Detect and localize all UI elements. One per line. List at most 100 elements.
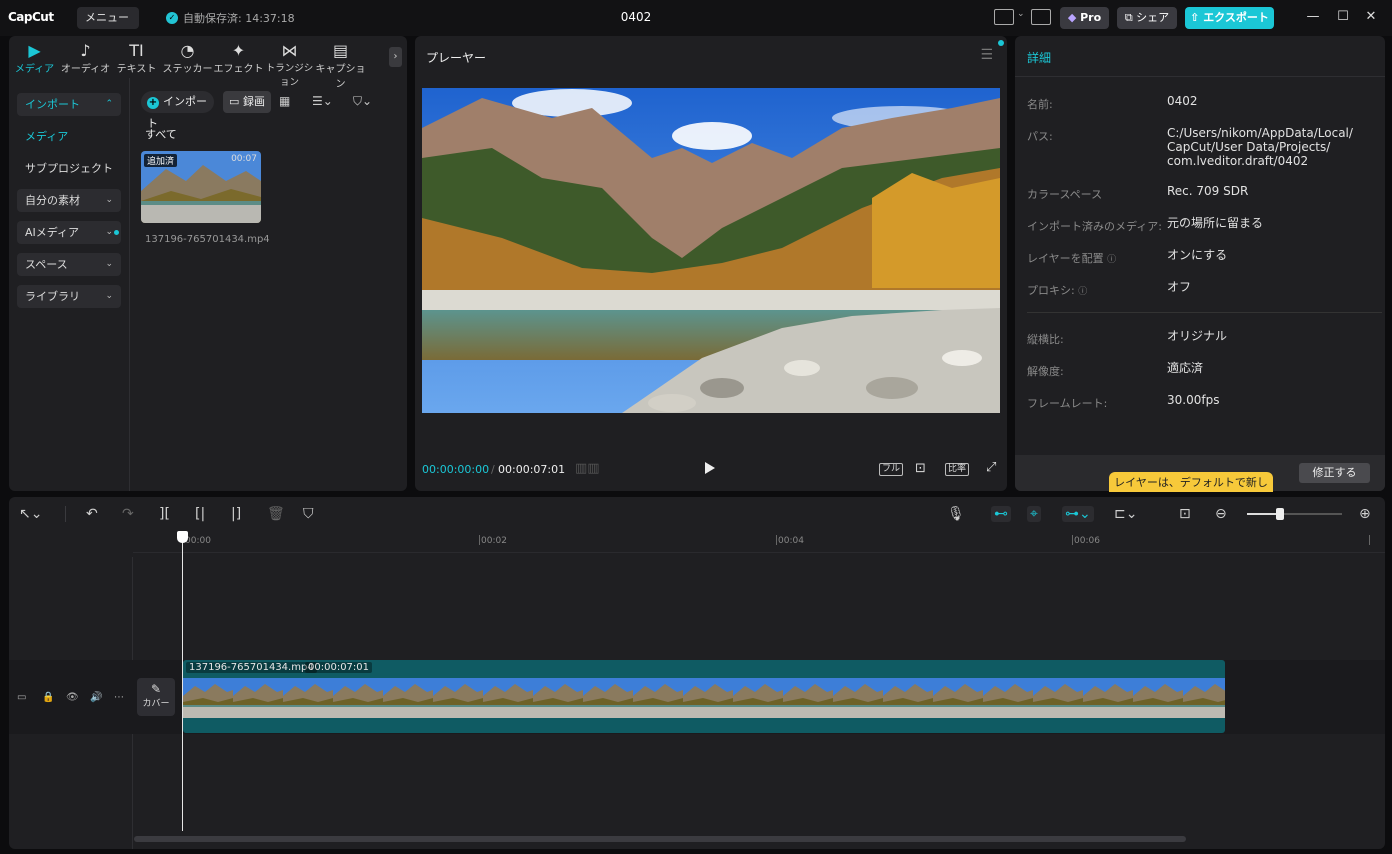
- zoom-fit-timeline-icon[interactable]: ⊡: [1179, 506, 1191, 522]
- tab-caption[interactable]: ▤ キャプション: [315, 36, 366, 91]
- sidebar-item-library[interactable]: ライブラリ ⌄: [17, 285, 121, 308]
- microphone-icon[interactable]: 🎙: [947, 506, 965, 522]
- camera-icon: ▭: [229, 95, 240, 108]
- project-title: 0402: [620, 10, 652, 24]
- tab-effect[interactable]: ✦ エフェクト: [213, 36, 264, 78]
- clip-name: 137196-765701434.mp4: [186, 662, 317, 673]
- delete-icon[interactable]: 🗑: [267, 506, 285, 522]
- playhead-handle[interactable]: [177, 531, 188, 543]
- ruler-mark: [1369, 535, 1370, 545]
- aspect-ratio-button[interactable]: 比率: [945, 463, 970, 476]
- added-badge: 追加済: [144, 154, 178, 167]
- share-button[interactable]: ⧉ シェア: [1117, 7, 1177, 29]
- zoom-slider[interactable]: [1247, 508, 1342, 520]
- filter-icon[interactable]: ⛉⌄: [353, 94, 372, 109]
- chevron-down-icon: ⌄: [105, 227, 113, 237]
- tab-media[interactable]: ▶ メディア: [9, 36, 60, 78]
- tab-label: ステッカー: [162, 64, 213, 75]
- keyboard-icon[interactable]: [1031, 9, 1051, 25]
- auto-snap-icon[interactable]: ⌖: [1027, 506, 1041, 522]
- record-button[interactable]: ▭ 録画: [223, 91, 271, 113]
- media-icon: ▶: [28, 41, 41, 60]
- clip-duration: 00:00:07:01: [305, 662, 373, 673]
- full-quality-button[interactable]: フル: [879, 463, 904, 476]
- more-icon[interactable]: ⋯: [114, 692, 124, 703]
- trim-left-icon[interactable]: [|: [195, 506, 205, 522]
- detail-label-resolution: 解像度:: [1027, 365, 1064, 378]
- notification-dot: [114, 230, 119, 235]
- total-time: 00:00:07:01: [498, 463, 566, 476]
- sort-icon[interactable]: ☰⌄: [312, 94, 333, 108]
- fix-button[interactable]: 修正する: [1299, 463, 1370, 483]
- tab-text[interactable]: TI テキスト: [111, 36, 162, 78]
- zoom-slider-knob[interactable]: [1276, 508, 1284, 520]
- layout-icon[interactable]: [994, 9, 1014, 25]
- video-clip[interactable]: 137196-765701434.mp4 00:00:07:01: [183, 660, 1225, 733]
- video-preview[interactable]: [422, 88, 1000, 413]
- link-icon[interactable]: ⊶⌄: [1062, 506, 1094, 522]
- select-cursor-icon[interactable]: ↖⌄: [19, 506, 42, 522]
- zoom-in-icon[interactable]: ⊕: [1359, 506, 1371, 522]
- close-icon[interactable]: ✕: [1363, 9, 1379, 25]
- detail-value-path: C:/Users/nikom/AppData/Local/ CapCut/Use…: [1167, 126, 1353, 168]
- pro-button[interactable]: ◆ Pro: [1060, 7, 1109, 29]
- zoom-fit-icon[interactable]: ⊡: [915, 461, 926, 476]
- detail-value-resolution: 適応済: [1167, 361, 1204, 375]
- playhead-line[interactable]: [182, 535, 183, 831]
- sidebar-item-media[interactable]: メディア: [17, 125, 121, 148]
- layer-tooltip: レイヤーは、デフォルトで新しい: [1109, 472, 1273, 492]
- media-sidebar: インポート ⌃ メディア サブプロジェクト 自分の素材 ⌄ AIメディア ⌄ スペース…: [9, 78, 130, 491]
- eye-icon[interactable]: 👁: [66, 692, 79, 703]
- ruler-mark: [479, 535, 480, 545]
- caption-icon: ▤: [332, 41, 349, 60]
- tab-label: オーディオ: [60, 64, 111, 75]
- hamburger-icon[interactable]: ☰: [980, 47, 993, 63]
- zoom-out-icon[interactable]: ⊖: [1215, 506, 1227, 522]
- chevron-down-icon[interactable]: ⌄: [1017, 9, 1025, 19]
- sidebar-item-subproject[interactable]: サブプロジェクト: [17, 157, 121, 180]
- export-button[interactable]: ⇧ エクスポート: [1185, 7, 1274, 29]
- split-icon[interactable]: ][: [159, 506, 170, 522]
- trim-right-icon[interactable]: |]: [231, 506, 241, 522]
- lock-icon[interactable]: 🔒: [42, 692, 54, 703]
- help-icon[interactable]: ⓘ: [1107, 255, 1116, 265]
- redo-icon[interactable]: ↷: [122, 506, 134, 522]
- sidebar-item-import[interactable]: インポート ⌃: [17, 93, 121, 116]
- sidebar-item-label: 自分の素材: [25, 194, 80, 207]
- timeline-panel: ↖⌄ ↶ ↷ ][ [| |] 🗑 ⛉ 🎙 ⊷ ⌖ ⊶⌄ ⊏⌄ ⊡ ⊖ ⊕ 00…: [9, 497, 1385, 849]
- speaker-icon[interactable]: 🔊: [90, 692, 102, 703]
- grid-view-icon[interactable]: ▦: [279, 94, 290, 108]
- chevron-right-icon[interactable]: ›: [389, 47, 402, 67]
- maximize-icon[interactable]: ☐: [1335, 9, 1351, 25]
- track-video-icon[interactable]: ▭: [17, 692, 26, 703]
- tab-audio[interactable]: ♪ オーディオ: [60, 36, 111, 78]
- effect-icon: ✦: [231, 41, 246, 60]
- detail-label-path: パス:: [1027, 130, 1053, 143]
- undo-icon[interactable]: ↶: [86, 506, 98, 522]
- horizontal-scrollbar[interactable]: [134, 836, 1186, 842]
- minimize-icon[interactable]: —: [1305, 9, 1321, 25]
- magnet-link-icon[interactable]: ⊷: [991, 506, 1011, 522]
- sidebar-item-ai-media[interactable]: AIメディア ⌄: [17, 221, 121, 244]
- time-ruler[interactable]: 00:00 00:02 00:04 00:06: [133, 531, 1385, 553]
- import-button[interactable]: + インポート: [141, 91, 214, 130]
- waveform-icon[interactable]: ▥▥: [575, 461, 600, 476]
- sidebar-item-my-assets[interactable]: 自分の素材 ⌄: [17, 189, 121, 212]
- preview-axis-icon[interactable]: ⊏⌄: [1114, 506, 1137, 522]
- tab-transition[interactable]: ⋈ トランジション: [264, 36, 315, 89]
- play-icon[interactable]: [705, 462, 715, 474]
- divider: [1015, 76, 1385, 77]
- menu-button[interactable]: メニュー ⌄: [77, 7, 139, 45]
- detail-label-layer: レイヤーを配置 ⓘ: [1027, 250, 1116, 266]
- help-icon[interactable]: ⓘ: [1078, 287, 1087, 297]
- cover-button[interactable]: ✎ カバー: [137, 678, 175, 716]
- marker-icon[interactable]: ⛉: [303, 506, 314, 522]
- sticker-icon: ◔: [180, 41, 195, 60]
- media-thumbnail[interactable]: 追加済 00:07: [141, 151, 261, 223]
- cover-label: カバー: [142, 699, 170, 709]
- mountain-landscape-image: [422, 88, 1000, 413]
- fullscreen-icon[interactable]: ⤢: [986, 460, 996, 475]
- sidebar-item-space[interactable]: スペース ⌄: [17, 253, 121, 276]
- detail-label-colorspace: カラースペース: [1027, 188, 1103, 201]
- tab-sticker[interactable]: ◔ ステッカー: [162, 36, 213, 78]
